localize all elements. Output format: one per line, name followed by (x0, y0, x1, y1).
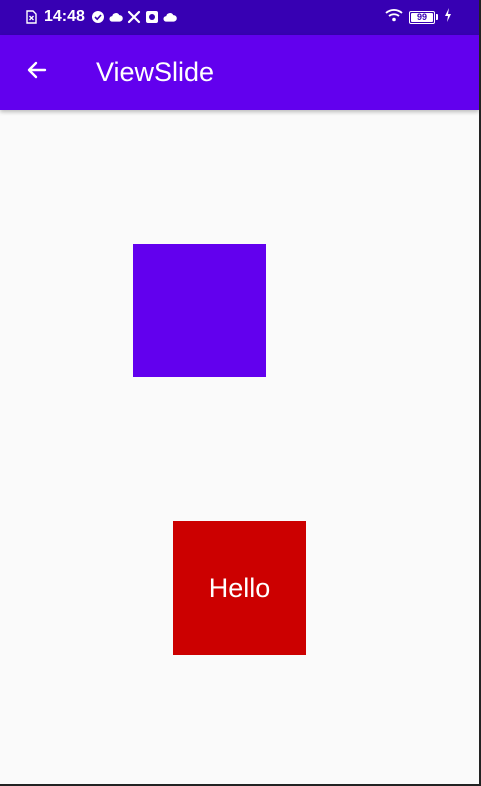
gallery-icon (145, 10, 159, 24)
clock-check-icon (91, 10, 105, 24)
back-button[interactable] (14, 49, 60, 95)
battery-icon: 99 (409, 10, 435, 24)
battery-level: 99 (416, 11, 427, 22)
app-bar: ViewSlide (0, 35, 479, 110)
status-left: 14:48 (24, 7, 177, 27)
battery-cap (436, 14, 438, 20)
status-bar: 14:48 99 (0, 0, 479, 35)
hello-red-square-view[interactable]: Hello (173, 521, 306, 655)
wifi-icon (385, 8, 403, 27)
status-time: 14:48 (44, 8, 85, 25)
status-right: 99 (385, 7, 452, 27)
charging-bolt-icon (444, 7, 452, 27)
purple-square-view[interactable] (133, 244, 266, 377)
arrow-back-icon (25, 58, 49, 87)
cloud-sync-icon (109, 10, 123, 24)
cloud-icon (163, 10, 177, 24)
app-screen: 14:48 99 ViewSlide Hello (0, 0, 481, 786)
hello-label: Hello (208, 572, 271, 603)
tools-icon (127, 10, 141, 24)
page-title: ViewSlide (96, 57, 215, 87)
sim-card-icon (24, 10, 38, 24)
